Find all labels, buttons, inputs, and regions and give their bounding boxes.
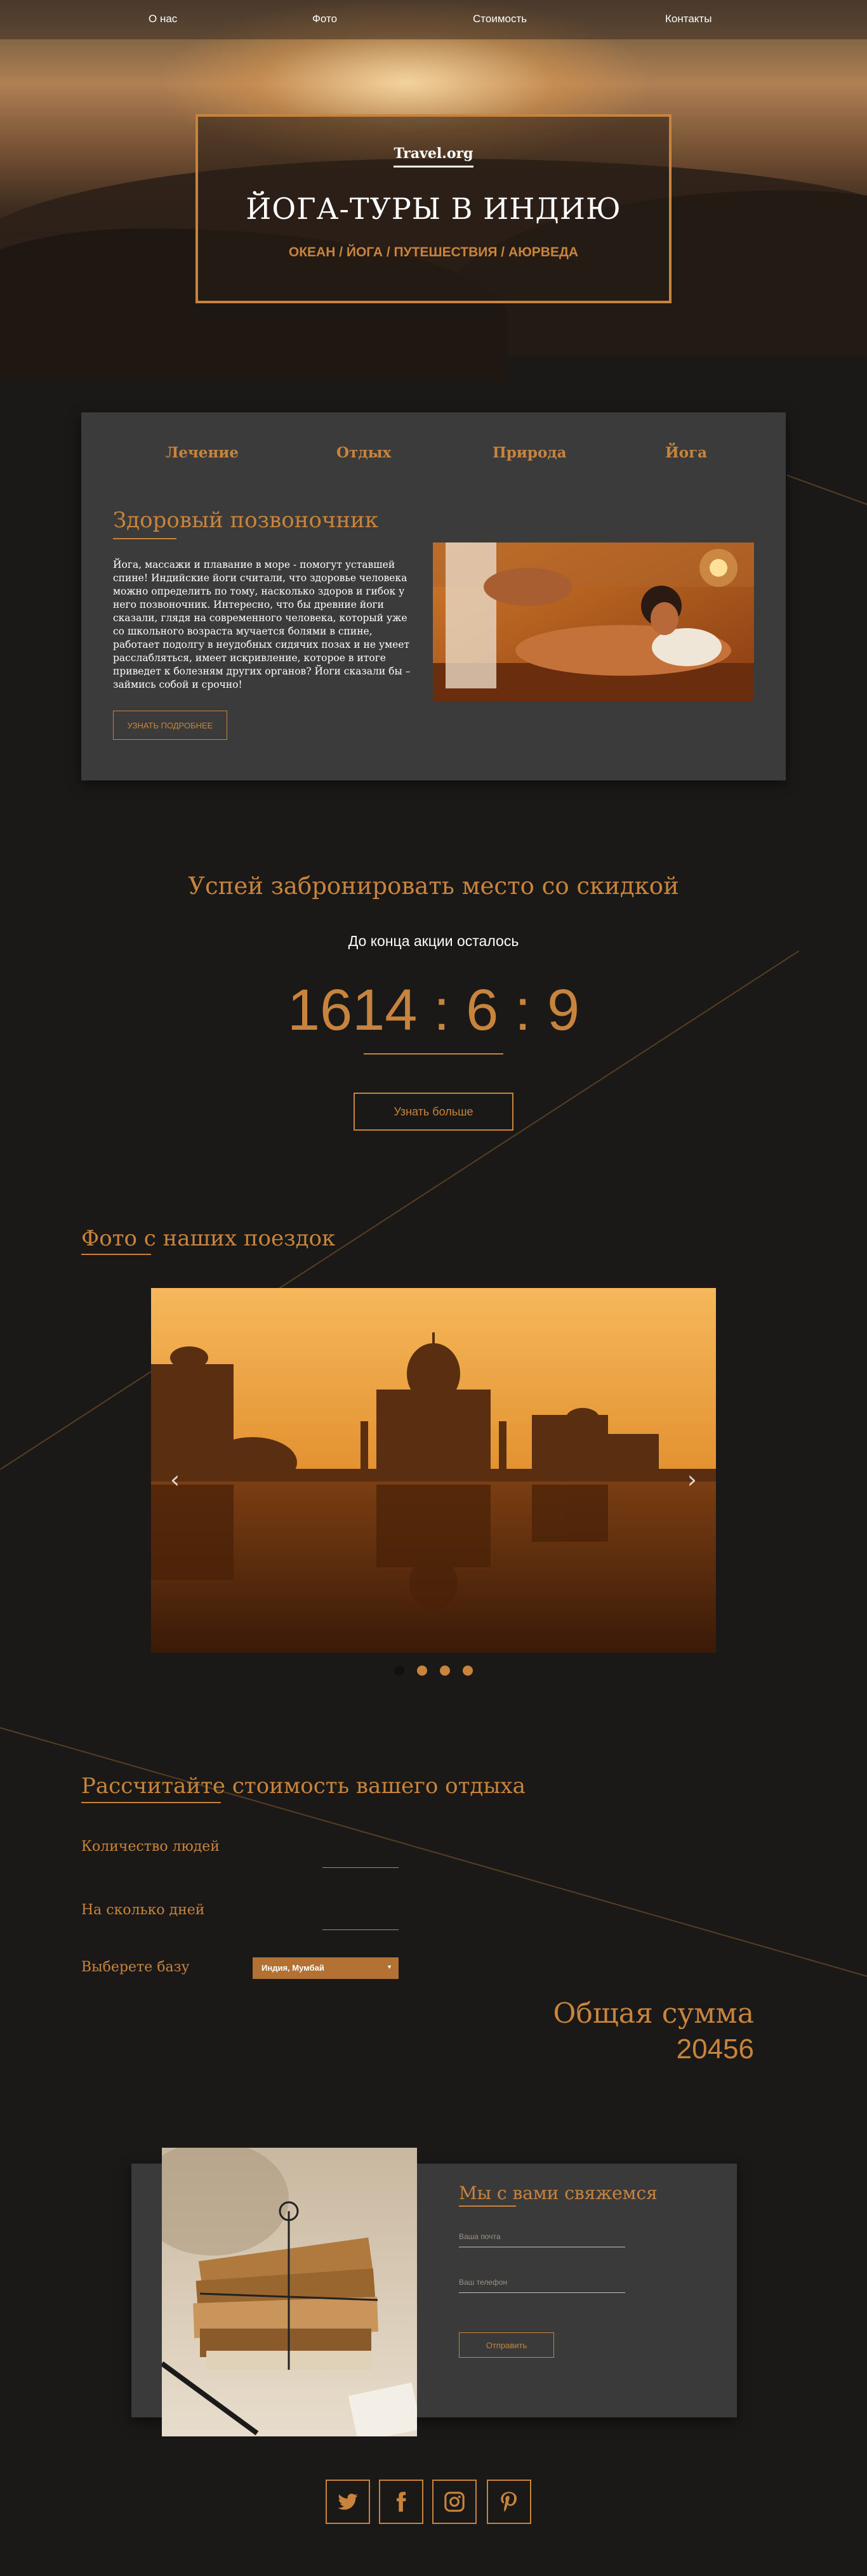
decor-line <box>0 1727 867 1991</box>
nav-item-contacts[interactable]: Контакты <box>665 13 711 25</box>
phone-field[interactable] <box>459 2271 625 2293</box>
tab-nature[interactable]: Природа <box>493 444 567 461</box>
massage-photo <box>433 542 754 701</box>
instagram-link[interactable] <box>432 2480 477 2524</box>
twitter-icon <box>338 2494 358 2510</box>
countdown-timer: 1614 : 6 : 9 <box>287 978 580 1042</box>
service-text: Йога, массажи и плавание в море - помогу… <box>113 559 411 690</box>
photo-slider[interactable]: ‹ › <box>151 1288 716 1653</box>
slider-dot[interactable] <box>463 1666 473 1676</box>
pinterest-icon <box>501 2492 517 2512</box>
total-label: Общая сумма <box>553 1997 754 2030</box>
service-heading: Здоровый позвоночник <box>113 508 378 533</box>
countdown-subtitle: До конца акции осталось <box>348 933 519 949</box>
total-value: 20456 <box>676 2034 754 2065</box>
tab-rest[interactable]: Отдых <box>336 444 391 461</box>
tab-treatment[interactable]: Лечение <box>166 444 239 461</box>
days-input[interactable] <box>322 1910 399 1930</box>
facebook-icon <box>396 2492 406 2512</box>
people-label: Количество людей <box>81 1839 220 1855</box>
learn-more-promo-button[interactable]: Узнать больше <box>354 1093 513 1131</box>
nav-item-photo[interactable]: Фото <box>312 13 337 25</box>
slider-dots <box>0 1666 867 1678</box>
email-field[interactable] <box>459 2226 625 2247</box>
calculator-heading: Рассчитайте стоимость вашего отдыха <box>81 1773 526 1799</box>
pinterest-link[interactable] <box>487 2480 531 2524</box>
hero-title: ЙОГА-ТУРЫ В ИНДИЮ <box>246 192 621 226</box>
base-select[interactable]: Индия, Мумбай ▼ <box>253 1957 399 1979</box>
slider-dot[interactable] <box>440 1666 450 1676</box>
slider-dot[interactable] <box>417 1666 427 1676</box>
twitter-link[interactable] <box>326 2480 370 2524</box>
hero-box: Travel.org ЙОГА-ТУРЫ В ИНДИЮ ОКЕАН / ЙОГ… <box>195 114 672 303</box>
people-input[interactable] <box>322 1848 399 1868</box>
gallery-heading: Фото с наших поездок <box>81 1226 336 1251</box>
letters-photo <box>162 2148 417 2436</box>
top-nav: О нас Фото Стоимость Контакты <box>0 0 867 39</box>
slider-next-icon[interactable]: › <box>687 1466 697 1494</box>
nav-item-price[interactable]: Стоимость <box>473 13 527 25</box>
brand-logo[interactable]: Travel.org <box>394 145 473 168</box>
heading-underline <box>113 538 176 539</box>
countdown-underline <box>364 1053 503 1055</box>
slider-dot[interactable] <box>394 1666 404 1676</box>
caret-down-icon: ▼ <box>387 1964 392 1970</box>
heading-underline <box>81 1254 151 1255</box>
slider-prev-icon[interactable]: ‹ <box>170 1466 180 1494</box>
tab-yoga[interactable]: Йога <box>665 444 707 461</box>
contact-heading: Мы с вами свяжемся <box>459 2183 658 2204</box>
hero-subtitle: ОКЕАН / ЙОГА / ПУТЕШЕСТВИЯ / АЮРВЕДА <box>288 245 579 260</box>
base-select-value: Индия, Мумбай <box>261 1963 324 1973</box>
base-label: Выберете базу <box>81 1959 190 1975</box>
decor-line <box>786 475 867 511</box>
heading-underline <box>459 2205 516 2207</box>
heading-underline <box>81 1802 221 1803</box>
nav-item-about[interactable]: О нас <box>149 13 177 25</box>
learn-more-button[interactable]: УЗНАТЬ ПОДРОБНЕЕ <box>113 711 227 740</box>
services-card: Лечение Отдых Природа Йога Здоровый позв… <box>81 412 786 780</box>
instagram-icon <box>444 2492 465 2512</box>
days-label: На сколько дней <box>81 1902 205 1918</box>
send-button[interactable]: Отправить <box>459 2332 554 2358</box>
countdown-heading: Успей забронировать место со скидкой <box>188 872 679 900</box>
facebook-link[interactable] <box>379 2480 423 2524</box>
